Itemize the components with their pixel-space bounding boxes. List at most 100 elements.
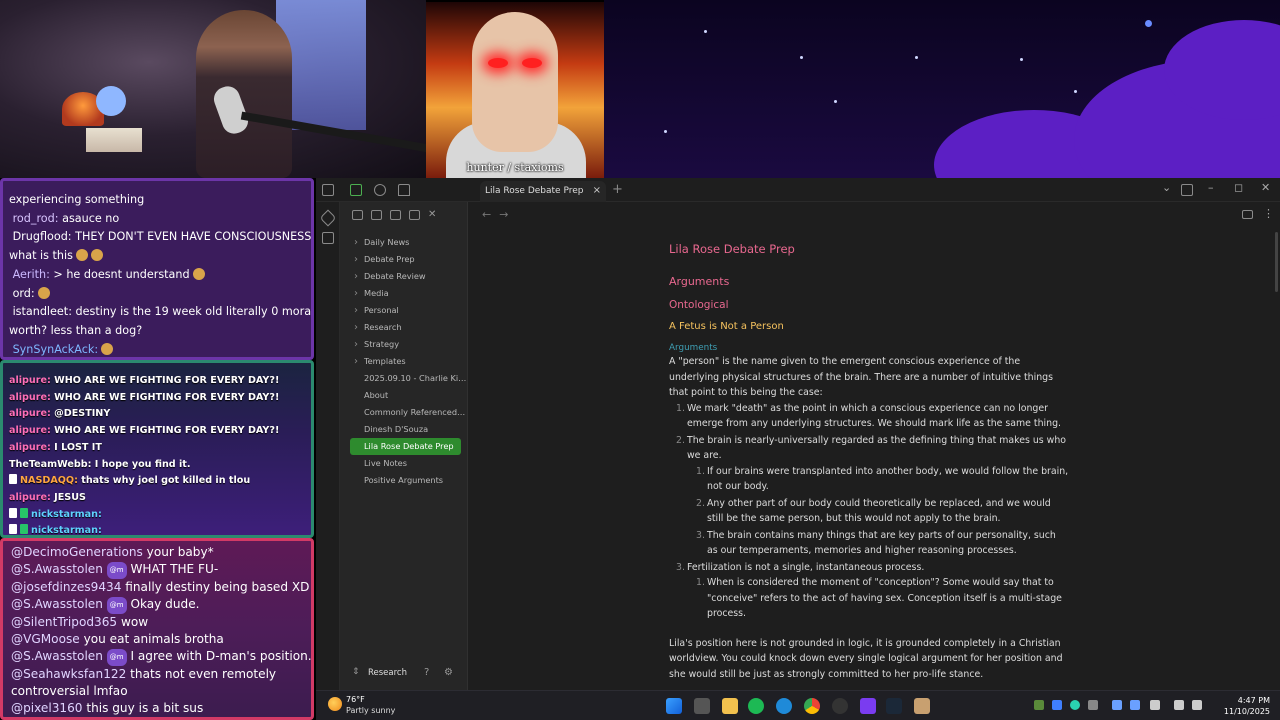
sidebar-toggle-icon[interactable] [322, 184, 334, 196]
chat-username: Drugflood: [12, 230, 72, 244]
sidebar-note[interactable]: Dinesh D'Souza [340, 421, 467, 438]
sidebar-note[interactable]: Lila Rose Debate Prep [350, 438, 461, 455]
task-view-icon[interactable] [694, 698, 710, 714]
tab-lila-rose-debate-prep[interactable]: Lila Rose Debate Prep × [480, 181, 606, 202]
close-icon[interactable]: ✕ [428, 210, 439, 220]
chat-panel-twitch: experiencing something rod_rod: asauce n… [0, 178, 314, 360]
scrollbar[interactable] [1275, 232, 1278, 292]
subscriber-badge-icon [20, 524, 28, 535]
weather-icon[interactable] [328, 697, 342, 711]
new-folder-icon[interactable] [371, 210, 382, 220]
chat-text: WHO ARE WE FIGHTING FOR EVERY DAY?! [50, 391, 280, 403]
tray-icon[interactable] [1052, 700, 1062, 710]
chat-username: @SilentTripod365 [11, 615, 118, 629]
vault-switcher[interactable]: Research ? ⚙ [340, 664, 468, 684]
obs-icon[interactable] [832, 698, 848, 714]
chat-username: ord: [12, 286, 35, 300]
chat-panel-youtube: @DecimoGenerations your baby* @S.Awassto… [0, 538, 314, 720]
close-window-icon[interactable]: ✕ [1261, 181, 1270, 194]
nav-arrows[interactable]: ←→ [482, 208, 516, 221]
sidebar-note[interactable]: About [340, 387, 467, 404]
chat-username: Aerith: [12, 267, 50, 281]
taskbar: 76°F Partly sunny 4:47 PM 11/10/2025 [316, 690, 1280, 720]
files-icon[interactable] [350, 184, 362, 196]
sidebar-folder[interactable]: Strategy [340, 336, 467, 353]
sidebar-folder[interactable]: Daily News [340, 234, 467, 251]
chat-username: @josefdinzes9434 [11, 580, 122, 594]
file-tree: Daily NewsDebate PrepDebate ReviewMediaP… [340, 228, 467, 489]
edge-icon[interactable] [776, 698, 792, 714]
sidebar-note[interactable]: Commonly Referenced ... [340, 404, 467, 421]
volume-icon[interactable] [1192, 700, 1202, 710]
chat-message: what is this [9, 247, 307, 266]
mod-badge: @m [106, 562, 127, 579]
tray-icon[interactable] [1130, 700, 1140, 710]
chat-message: Drugflood: THEY DON'T EVEN HAVE CONSCIOU… [9, 228, 311, 247]
list-item: 1. If our brains were transplanted into a… [696, 464, 1069, 495]
chat-message: alipure: I LOST IT [9, 440, 305, 457]
tray-icon[interactable] [1112, 700, 1122, 710]
chat-message: @pixel3160 this guy is a bit sus [11, 700, 305, 717]
app-icon[interactable] [914, 698, 930, 714]
minimize-icon[interactable]: – [1208, 181, 1214, 194]
tray-icon[interactable] [1150, 700, 1160, 710]
sidebar-note[interactable]: 2025.09.10 - Charlie Kir... [340, 370, 467, 387]
list-item: 2. Any other part of our body could theor… [696, 496, 1069, 527]
tray-icon[interactable] [1070, 700, 1080, 710]
more-options-icon[interactable]: ⋮ [1263, 207, 1274, 220]
search-icon[interactable] [374, 184, 386, 196]
sidebar-folder[interactable]: Debate Review [340, 268, 467, 285]
right-sidebar-icon[interactable] [1181, 184, 1193, 196]
heading-ontological: Ontological [669, 299, 729, 311]
chrome-icon[interactable] [804, 698, 820, 714]
tray-icon[interactable] [1088, 700, 1098, 710]
collapse-icon[interactable] [409, 210, 420, 220]
chat-message: alipure: JESUS [9, 490, 305, 507]
chat-message: ord: [9, 285, 307, 304]
new-tab-button[interactable]: + [612, 182, 623, 197]
mod-badge: @m [106, 597, 127, 614]
sidebar-folder[interactable]: Media [340, 285, 467, 302]
send-icon[interactable] [319, 209, 337, 227]
sidebar-folder[interactable]: Research [340, 319, 467, 336]
sidebar-note[interactable]: Live Notes [340, 455, 467, 472]
clock[interactable]: 4:47 PM 11/10/2025 [1224, 695, 1270, 717]
chat-username: alipure: [9, 391, 51, 403]
guest-face [472, 12, 558, 152]
chat-message: istandleet: destiny is the 19 week old l… [9, 303, 311, 322]
chat-text: WHO ARE WE FIGHTING FOR EVERY DAY?! [50, 375, 280, 386]
chat-message: alipure: WHO ARE WE FIGHTING FOR EVERY D… [9, 423, 305, 440]
note-content[interactable]: Lila Rose Debate Prep Arguments Ontologi… [669, 242, 1069, 682]
file-explorer-icon[interactable] [722, 698, 738, 714]
pages-icon[interactable] [322, 232, 334, 244]
reading-view-icon[interactable] [1242, 210, 1253, 219]
list-number: 1. [696, 577, 705, 588]
monitor-icon[interactable] [1174, 700, 1184, 710]
editor-pane[interactable]: ←→ ⋮ Lila Rose Debate Prep Arguments Ont… [468, 202, 1280, 690]
sidebar-note[interactable]: Positive Arguments [340, 472, 467, 489]
sidebar-folder[interactable]: Debate Prep [340, 251, 467, 268]
weather-temp[interactable]: 76°F [346, 695, 365, 704]
plush-toy [96, 86, 126, 116]
list-text: Any other part of our body could theoret… [707, 497, 1051, 525]
spotify-icon[interactable] [748, 698, 764, 714]
bookmark-icon[interactable] [398, 184, 410, 196]
tray-icon[interactable] [1034, 700, 1044, 710]
close-icon[interactable]: × [593, 185, 601, 196]
chat-message: @S.Awasstolen @m WHAT THE FU- [11, 561, 305, 579]
new-note-icon[interactable] [352, 210, 363, 220]
start-icon[interactable] [666, 698, 682, 714]
sort-icon[interactable] [390, 210, 401, 220]
steam-icon[interactable] [886, 698, 902, 714]
sidebar-folder[interactable]: Personal [340, 302, 467, 319]
maximize-icon[interactable]: ◻ [1234, 181, 1243, 194]
badge-icon [9, 474, 17, 485]
file-explorer: ✕ Daily NewsDebate PrepDebate ReviewMedi… [340, 202, 468, 690]
gear-icon[interactable]: ⚙ [444, 667, 453, 678]
obsidian-icon[interactable] [860, 698, 876, 714]
weather-desc[interactable]: Partly sunny [346, 706, 395, 715]
sidebar-folder[interactable]: Templates [340, 353, 467, 370]
help-icon[interactable]: ? [424, 667, 429, 678]
list-item: 1. We mark "death" as the point in which … [676, 401, 1069, 432]
chevron-down-icon[interactable]: ⌄ [1162, 181, 1171, 194]
